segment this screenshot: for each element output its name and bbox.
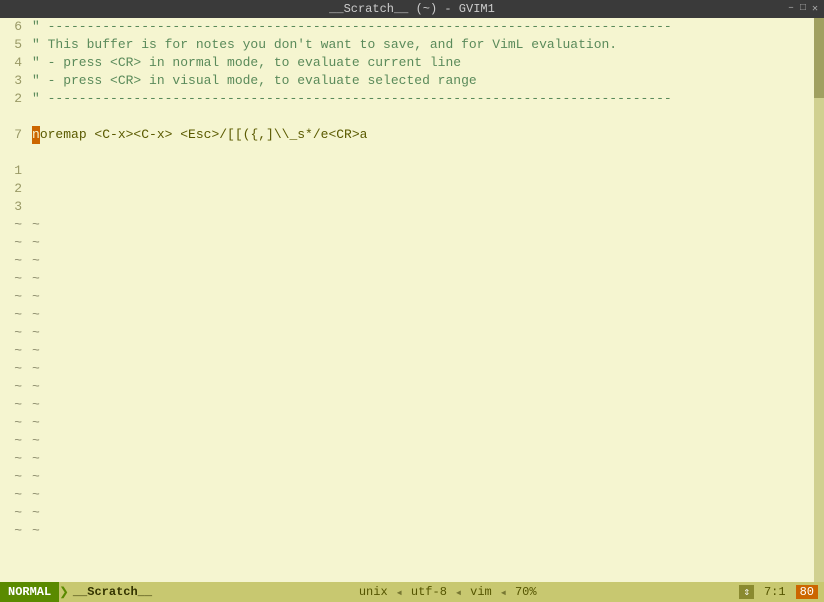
line3-content: " - press <CR> in visual mode, to evalua…: [32, 72, 477, 90]
tilde-line-6: ~: [32, 306, 814, 324]
tilde-line-12: ~: [32, 414, 814, 432]
status-right: ⇕ 7:1 80: [739, 585, 818, 599]
tilde-3: ~: [0, 252, 22, 270]
editor-area: 6 5 4 3 2 7 1 2 3 ~ ~ ~ ~ ~ ~ ~ ~ ~ ~ ~ …: [0, 18, 824, 582]
code-wrapper: " --------------------------------------…: [28, 18, 824, 582]
line6-content: " --------------------------------------…: [32, 18, 672, 36]
col-width-value: 80: [800, 585, 814, 599]
tilde-line-7: ~: [32, 324, 814, 342]
tilde-11: ~: [0, 396, 22, 414]
tilde-13: ~: [0, 432, 22, 450]
tilde-line-17: ~: [32, 504, 814, 522]
tilde-line-10: ~: [32, 378, 814, 396]
tilde-line-4: ~: [32, 270, 814, 288]
line-num-3: 3: [0, 72, 22, 90]
tilde-12: ~: [0, 414, 22, 432]
line-num-blank2: [0, 144, 22, 162]
minimize-button[interactable]: –: [788, 3, 794, 15]
line7-rest: oremap <C-x><C-x> <Esc>/[[({,]\\_s*/e<CR…: [40, 126, 368, 144]
tilde-line-15: ~: [32, 468, 814, 486]
code-area[interactable]: " --------------------------------------…: [28, 18, 814, 582]
title-bar: __Scratch__ (~) - GVIM1 – □ ✕: [0, 0, 824, 18]
line4-content: " - press <CR> in normal mode, to evalua…: [32, 54, 461, 72]
tilde-line-16: ~: [32, 486, 814, 504]
window-title: __Scratch__ (~) - GVIM1: [329, 2, 495, 16]
line-num-7: 7: [0, 126, 22, 144]
tilde-9: ~: [0, 360, 22, 378]
code-line-1b: [32, 162, 814, 180]
tilde-4: ~: [0, 270, 22, 288]
scrollbar[interactable]: [814, 18, 824, 582]
tilde-line-18: ~: [32, 522, 814, 540]
file-type: vim: [470, 585, 492, 599]
tilde-line-14: ~: [32, 450, 814, 468]
tilde-14: ~: [0, 450, 22, 468]
line-num-2b: 2: [0, 180, 22, 198]
window-controls[interactable]: – □ ✕: [788, 3, 818, 15]
tilde-2: ~: [0, 234, 22, 252]
tilde-6: ~: [0, 306, 22, 324]
tilde-7: ~: [0, 324, 22, 342]
tilde-line-2: ~: [32, 234, 814, 252]
code-line-2b: [32, 180, 814, 198]
tilde-15: ~: [0, 468, 22, 486]
tilde-17: ~: [0, 504, 22, 522]
tilde-line-1: ~: [32, 216, 814, 234]
tilde-line-3: ~: [32, 252, 814, 270]
code-line-3b: [32, 198, 814, 216]
tilde-16: ~: [0, 486, 22, 504]
code-line-6: " --------------------------------------…: [32, 18, 814, 36]
tilde-5: ~: [0, 288, 22, 306]
tilde-8: ~: [0, 342, 22, 360]
sep2: ◂: [455, 585, 462, 600]
tilde-line-9: ~: [32, 360, 814, 378]
line-num-1: 1: [0, 162, 22, 180]
code-line-2: " --------------------------------------…: [32, 90, 814, 108]
mode-label: NORMAL: [8, 585, 51, 599]
tilde-1: ~: [0, 216, 22, 234]
line-num-3b: 3: [0, 198, 22, 216]
line-num-6: 6: [0, 18, 22, 36]
code-line-blank2: [32, 144, 814, 162]
sep1: ◂: [396, 585, 403, 600]
mode-indicator: NORMAL: [0, 582, 59, 602]
code-line-4: " - press <CR> in normal mode, to evalua…: [32, 54, 814, 72]
status-filename: __Scratch__: [73, 585, 152, 599]
cursor-position: 7:1: [764, 585, 786, 599]
status-arrow: ❯: [59, 582, 69, 602]
file-encoding: utf-8: [411, 585, 447, 599]
line-col-indicator: ⇕: [739, 585, 754, 599]
tilde-line-5: ~: [32, 288, 814, 306]
line-col-value: ⇕: [739, 585, 754, 599]
code-line-5: " This buffer is for notes you don't wan…: [32, 36, 814, 54]
line-num-5: 5: [0, 36, 22, 54]
line-num-2: 2: [0, 90, 22, 108]
line2-content: " --------------------------------------…: [32, 90, 672, 108]
cursor: n: [32, 126, 40, 144]
maximize-button[interactable]: □: [800, 3, 806, 15]
line5-content: " This buffer is for notes you don't wan…: [32, 36, 617, 54]
tilde-10: ~: [0, 378, 22, 396]
code-line-3: " - press <CR> in visual mode, to evalua…: [32, 72, 814, 90]
line-num-blank: [0, 108, 22, 126]
col-width-box: 80: [796, 585, 818, 599]
sep3: ◂: [500, 585, 507, 600]
line-num-4: 4: [0, 54, 22, 72]
tilde-line-13: ~: [32, 432, 814, 450]
scrollbar-thumb[interactable]: [814, 18, 824, 98]
status-bar: NORMAL ❯ __Scratch__ unix ◂ utf-8 ◂ vim …: [0, 582, 824, 602]
tilde-line-11: ~: [32, 396, 814, 414]
file-format: unix: [359, 585, 388, 599]
scroll-percent: 70%: [515, 585, 537, 599]
status-bar-icon: ⇕: [743, 585, 750, 599]
close-button[interactable]: ✕: [812, 3, 818, 15]
tilde-18: ~: [0, 522, 22, 540]
status-middle: unix ◂ utf-8 ◂ vim ◂ 70%: [156, 585, 739, 600]
code-line-7: noremap <C-x><C-x> <Esc>/[[({,]\\_s*/e<C…: [32, 126, 814, 144]
line-numbers: 6 5 4 3 2 7 1 2 3 ~ ~ ~ ~ ~ ~ ~ ~ ~ ~ ~ …: [0, 18, 28, 582]
code-line-blank1: [32, 108, 814, 126]
tilde-line-8: ~: [32, 342, 814, 360]
